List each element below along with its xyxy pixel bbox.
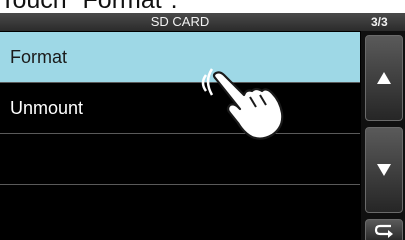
- back-button[interactable]: [365, 219, 403, 240]
- triangle-down-icon: [377, 164, 391, 176]
- instruction-caption: Touch "Format".: [0, 0, 178, 14]
- triangle-up-icon: [377, 72, 391, 84]
- menu-item-empty[interactable]: [0, 134, 360, 185]
- menu-item-unmount[interactable]: Unmount: [0, 83, 360, 134]
- scroll-up-button[interactable]: [365, 35, 403, 121]
- menu-item-empty[interactable]: [0, 185, 360, 235]
- page-indicator: 3/3: [371, 15, 388, 29]
- side-button-panel: [361, 31, 405, 240]
- menu-item-label: Unmount: [10, 98, 84, 118]
- pointing-hand-icon: [201, 68, 284, 140]
- menu-item-format[interactable]: Format: [0, 32, 360, 83]
- menu-item-label: Format: [10, 47, 68, 67]
- device-screen: SD CARD 3/3 Format Unmount: [0, 13, 405, 240]
- title-bar: SD CARD 3/3: [0, 13, 405, 31]
- screen-title: SD CARD: [150, 14, 210, 29]
- return-arrow-icon: [374, 224, 393, 238]
- menu-list: Format Unmount: [0, 32, 360, 240]
- scroll-down-button[interactable]: [365, 127, 403, 213]
